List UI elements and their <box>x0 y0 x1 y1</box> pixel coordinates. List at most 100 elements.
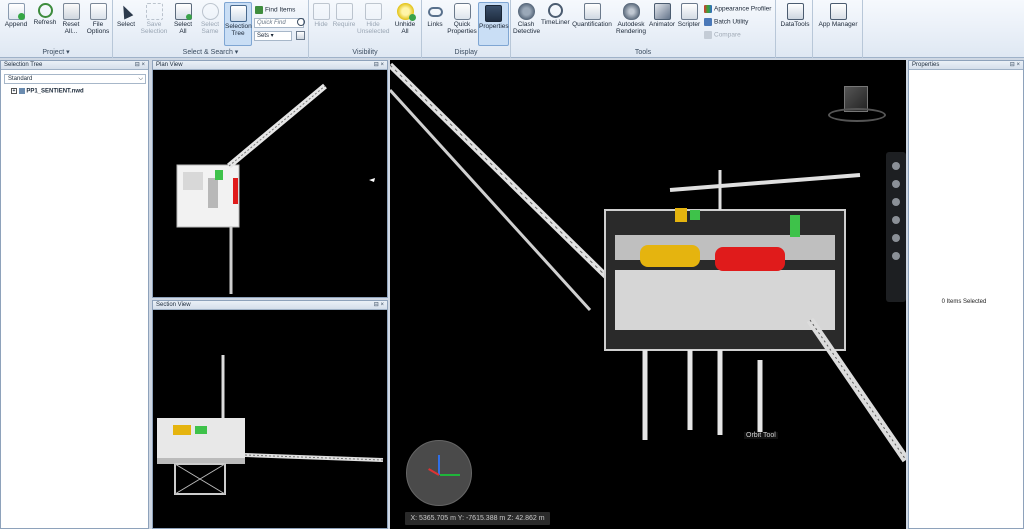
clash-detective-button[interactable]: Clash Detective <box>513 3 540 35</box>
properties-panel: Properties ⊟ × <box>908 60 1024 529</box>
compare-button[interactable]: Compare <box>704 31 741 39</box>
group-tools: Clash Detective TimeLiner Quantification… <box>511 0 776 58</box>
steering-wheel-icon[interactable] <box>892 162 900 170</box>
selection-tree-title: Selection Tree ⊟ × <box>1 61 148 70</box>
plan-view-panel: Plan View ⊟ × <box>152 60 388 298</box>
app-manager-button[interactable]: App Manager <box>816 3 860 28</box>
timeliner-button[interactable]: TimeLiner <box>541 3 570 26</box>
require-button[interactable]: Require <box>332 3 356 28</box>
group-label-select-search: Select & Search ▾ <box>182 49 239 56</box>
selection-tree-button[interactable]: Selection Tree <box>224 2 252 46</box>
group-datatools: DataTools <box>776 0 813 58</box>
group-label-project: Project ▾ <box>42 49 70 56</box>
section-view-viewport[interactable] <box>153 310 387 528</box>
section-view-panel: Section View ⊟ × <box>152 300 388 529</box>
group-label-tools: Tools <box>634 49 652 56</box>
appearance-profiler-icon <box>704 5 712 13</box>
hide-unselected-button[interactable]: Hide Unselected <box>357 3 390 35</box>
reset-icon <box>62 3 80 20</box>
append-button[interactable]: Append <box>3 3 29 28</box>
group-label-visibility: Visibility <box>352 49 378 56</box>
save-selection-icon <box>145 3 163 20</box>
plan-view-viewport[interactable] <box>153 70 387 297</box>
properties-icon <box>485 5 502 22</box>
datatools-icon <box>786 3 804 20</box>
group-label-display: Display <box>454 49 478 56</box>
pan-icon[interactable] <box>892 180 900 188</box>
select-same-button[interactable]: Select Same <box>198 3 222 35</box>
viewcube[interactable] <box>828 84 886 124</box>
appearance-profiler-button[interactable]: Appearance Profiler <box>704 5 771 13</box>
select-icon[interactable] <box>892 252 900 260</box>
animator-button[interactable]: Animator <box>648 3 676 28</box>
hide-button[interactable]: Hide <box>311 3 331 28</box>
quantification-button[interactable]: Quantification <box>571 3 613 28</box>
main-3d-viewport[interactable] <box>390 60 906 529</box>
panel-controls-icon[interactable]: ⊟ × <box>374 301 384 310</box>
refresh-icon <box>37 3 53 18</box>
navigation-gizmo[interactable] <box>406 440 472 506</box>
save-selection-button[interactable]: Save Selection <box>140 3 168 35</box>
app-manager-icon <box>829 3 847 20</box>
tree-item-root[interactable]: + PP1_SENTIENT.nwd <box>11 88 84 95</box>
links-icon <box>427 7 443 17</box>
sets-dropdown[interactable]: Sets ▾ <box>254 31 292 41</box>
select-all-icon <box>174 3 192 20</box>
find-items-icon <box>255 6 263 14</box>
select-same-icon <box>201 3 219 20</box>
datatools-button[interactable]: DataTools <box>779 3 811 28</box>
file-options-icon <box>89 3 107 20</box>
quick-properties-button[interactable]: Quick Properties <box>447 3 477 35</box>
select-button[interactable]: Select <box>115 3 137 28</box>
append-icon <box>7 3 25 20</box>
group-visibility: Hide Require Hide Unselected Unhide All … <box>309 0 422 58</box>
timeliner-icon <box>547 3 563 18</box>
section-view-model <box>157 355 384 495</box>
ribbon: Append Refresh Reset All... File Options… <box>0 0 1024 58</box>
search-icon[interactable] <box>297 18 305 26</box>
find-items-button[interactable]: Find Items <box>255 6 295 14</box>
selection-tree-icon <box>229 5 247 22</box>
scripter-icon <box>680 3 698 20</box>
autodesk-rendering-button[interactable]: Autodesk Rendering <box>615 3 647 35</box>
coordinates-readout: X: 5365.705 m Y: -7615.388 m Z: 42.862 m <box>405 512 550 525</box>
properties-button[interactable]: Properties <box>478 2 509 46</box>
properties-status: 0 Items Selected <box>941 299 987 305</box>
clash-detective-icon <box>517 3 535 20</box>
rendering-teapot-icon <box>622 3 640 20</box>
group-select-search: Select Save Selection Select All Select … <box>113 0 309 58</box>
unhide-all-button[interactable]: Unhide All <box>391 3 419 35</box>
properties-title: Properties ⊟ × <box>909 61 1023 70</box>
orbit-tool-tooltip: Orbit Tool <box>744 432 778 439</box>
zoom-icon[interactable] <box>892 198 900 206</box>
group-display: Links Quick Properties Properties Displa… <box>422 0 511 58</box>
scripter-button[interactable]: Scripter <box>677 3 701 28</box>
panel-controls-icon[interactable]: ⊟ × <box>374 61 384 70</box>
plan-view-model <box>176 83 375 294</box>
file-options-button[interactable]: File Options <box>85 3 111 35</box>
quick-properties-icon <box>453 3 471 20</box>
panel-controls-icon[interactable]: ⊟ × <box>1010 61 1020 70</box>
select-all-button[interactable]: Select All <box>171 3 195 35</box>
model-file-icon <box>18 88 25 94</box>
refresh-button[interactable]: Refresh <box>32 3 58 26</box>
links-button[interactable]: Links <box>424 3 446 28</box>
look-icon[interactable] <box>892 234 900 242</box>
require-icon <box>335 3 353 20</box>
animator-icon <box>653 3 671 20</box>
unhide-all-icon <box>396 3 416 21</box>
group-project: Append Refresh Reset All... File Options… <box>0 0 113 58</box>
compare-icon <box>704 31 712 39</box>
expand-icon[interactable]: + <box>11 88 17 94</box>
hide-unselected-icon <box>364 3 382 20</box>
hide-icon <box>312 3 330 20</box>
reset-all-button[interactable]: Reset All... <box>59 3 83 35</box>
sets-manage-icon[interactable] <box>296 31 305 40</box>
batch-utility-button[interactable]: Batch Utility <box>704 18 748 26</box>
chevron-down-icon: ⌵ <box>138 76 143 82</box>
navigation-bar <box>886 152 906 302</box>
orbit-icon[interactable] <box>892 216 900 224</box>
panel-controls-icon[interactable]: ⊟ × <box>135 61 145 70</box>
section-view-title: Section View ⊟ × <box>153 301 387 310</box>
tree-mode-select[interactable]: Standard ⌵ <box>4 74 146 84</box>
